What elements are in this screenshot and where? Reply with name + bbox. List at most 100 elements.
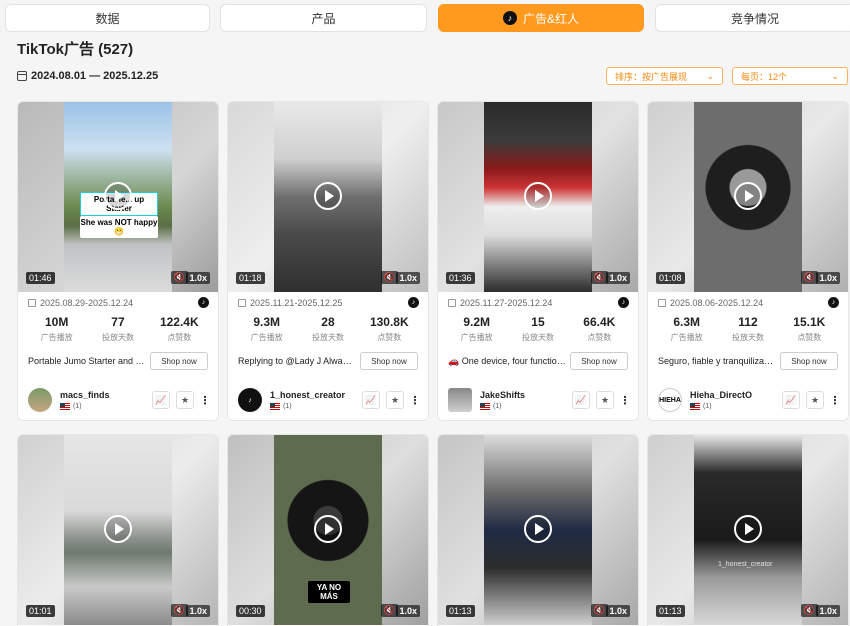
per-page-label: 每页：12个 (741, 71, 788, 82)
analytics-icon[interactable]: 📈 (362, 391, 380, 409)
video-thumbnail[interactable]: 01:36 🔇 1.0x (438, 102, 638, 292)
analytics-icon[interactable]: 📈 (572, 391, 590, 409)
ad-card[interactable]: 01:08 🔇 1.0x 2025.08.06-2025.12.24 ♪ 6.3… (647, 101, 849, 421)
mute-icon[interactable]: 🔇 (800, 604, 818, 617)
star-icon[interactable]: ★ (596, 391, 614, 409)
star-icon[interactable]: ★ (386, 391, 404, 409)
video-thumbnail[interactable]: Portal le... up Starter She was NOT happ… (18, 102, 218, 292)
more-icon[interactable]: ⋮ (830, 391, 841, 409)
video-thumbnail[interactable]: YA NO MÁS 00:30 🔇 1.0x (228, 435, 428, 625)
play-icon[interactable] (104, 182, 132, 210)
plays-label: 广告播放 (40, 333, 73, 342)
playback-speed[interactable]: 1.0x (816, 272, 840, 284)
creator-count: (1) (703, 403, 712, 410)
tab-label: 广告&红人 (522, 11, 579, 26)
ad-description: Replying to @Lady J Always be... (238, 356, 356, 366)
video-thumbnail[interactable]: 01:18 🔇 1.0x (228, 102, 428, 292)
video-thumbnail[interactable]: 01:01 🔇 1.0x (18, 435, 218, 625)
plays-label: 广告播放 (250, 333, 283, 342)
ad-dates: 2025.08.06-2025.12.24 (658, 298, 763, 308)
ad-card[interactable]: YA NO MÁS 00:30 🔇 1.0x (227, 434, 429, 626)
playback-speed[interactable]: 1.0x (396, 605, 420, 617)
play-icon[interactable] (734, 182, 762, 210)
play-icon[interactable] (314, 182, 342, 210)
ad-stats: 9.2M 广告播放 15 投放天数 66.4K 点赞数 (438, 315, 638, 343)
play-icon[interactable] (524, 182, 552, 210)
calendar-icon (17, 71, 27, 81)
mute-icon[interactable]: 🔇 (380, 604, 398, 617)
ad-card[interactable]: 01:01 🔇 1.0x (17, 434, 219, 626)
more-icon[interactable]: ⋮ (200, 391, 211, 409)
tab-label: 产品 (311, 11, 336, 26)
playback-speed[interactable]: 1.0x (606, 272, 630, 284)
card-actions: 📈 ★ ⋮ (362, 391, 421, 409)
shop-now-button[interactable]: Shop now (570, 352, 628, 370)
playback-speed[interactable]: 1.0x (606, 605, 630, 617)
star-icon[interactable]: ★ (806, 391, 824, 409)
more-icon[interactable]: ⋮ (620, 391, 631, 409)
mute-icon[interactable]: 🔇 (170, 604, 188, 617)
avatar[interactable] (28, 388, 52, 412)
analytics-icon[interactable]: 📈 (152, 391, 170, 409)
tab-products[interactable]: 产品 (220, 4, 427, 32)
mute-icon[interactable]: 🔇 (170, 271, 188, 284)
play-icon[interactable] (734, 515, 762, 543)
playback-speed[interactable]: 1.0x (396, 272, 420, 284)
mute-icon[interactable]: 🔇 (380, 271, 398, 284)
creator-name[interactable]: JakeShifts (480, 390, 525, 400)
analytics-icon[interactable]: 📈 (782, 391, 800, 409)
days-label: 投放天数 (311, 333, 344, 342)
play-icon[interactable] (104, 515, 132, 543)
avatar[interactable]: ♪ (238, 388, 262, 412)
shop-now-button[interactable]: Shop now (360, 352, 418, 370)
likes-label: 点赞数 (167, 333, 192, 342)
ad-stats: 9.3M 广告播放 28 投放天数 130.8K 点赞数 (228, 315, 428, 343)
calendar-icon (28, 299, 36, 307)
avatar[interactable] (448, 388, 472, 412)
mute-icon[interactable]: 🔇 (800, 271, 818, 284)
creator-info[interactable]: macs_finds (1) (28, 388, 110, 412)
ad-card[interactable]: 01:36 🔇 1.0x 2025.11.27-2025.12.24 ♪ 9.2… (437, 101, 639, 421)
avatar[interactable]: HIEHA (658, 388, 682, 412)
ad-card[interactable]: 01:18 🔇 1.0x 2025.11.21-2025.12.25 ♪ 9.3… (227, 101, 429, 421)
creator-name[interactable]: 1_honest_creator (270, 390, 345, 400)
sort-select[interactable]: 排序：按广告展现 ⌄ (606, 67, 723, 85)
video-thumbnail[interactable]: 1_honest_creator 01:13 🔇 1.0x (648, 435, 848, 625)
days-value: 28 (321, 315, 335, 329)
ad-card[interactable]: Portal le... up Starter She was NOT happ… (17, 101, 219, 421)
ad-dates: 2025.11.27-2025.12.24 (448, 298, 552, 308)
ad-date-range: 2025.11.21-2025.12.25 (250, 298, 343, 308)
plays-value: 9.2M (463, 315, 490, 329)
per-page-select[interactable]: 每页：12个 ⌄ (732, 67, 848, 85)
play-icon[interactable] (524, 515, 552, 543)
ad-dates: 2025.08.29-2025.12.24 (28, 298, 133, 308)
mute-icon[interactable]: 🔇 (590, 604, 608, 617)
play-icon[interactable] (314, 515, 342, 543)
playback-speed[interactable]: 1.0x (816, 605, 840, 617)
video-caption: YA NO MÁS (308, 581, 350, 603)
creator-info[interactable]: JakeShifts (1) (448, 388, 525, 412)
tab-data[interactable]: 数据 (5, 4, 210, 32)
tab-competition[interactable]: 竞争情况 (655, 4, 850, 32)
creator-info[interactable]: HIEHA Hieha_DirectO (1) (658, 388, 752, 412)
creator-info[interactable]: ♪ 1_honest_creator (1) (238, 388, 345, 412)
shop-now-button[interactable]: Shop now (150, 352, 208, 370)
video-thumbnail[interactable]: 01:13 🔇 1.0x (438, 435, 638, 625)
us-flag-icon (270, 403, 280, 410)
playback-speed[interactable]: 1.0x (186, 605, 210, 617)
playback-speed[interactable]: 1.0x (186, 272, 210, 284)
tab-ads-influencers[interactable]: ♪ 广告&红人 (438, 4, 644, 32)
video-thumbnail[interactable]: 01:08 🔇 1.0x (648, 102, 848, 292)
shop-now-button[interactable]: Shop now (780, 352, 838, 370)
chevron-down-icon: ⌄ (706, 70, 714, 81)
creator-name[interactable]: macs_finds (60, 390, 110, 400)
ad-card[interactable]: 01:13 🔇 1.0x (437, 434, 639, 626)
creator-name[interactable]: Hieha_DirectO (690, 390, 752, 400)
star-icon[interactable]: ★ (176, 391, 194, 409)
mute-icon[interactable]: 🔇 (590, 271, 608, 284)
ad-card[interactable]: 1_honest_creator 01:13 🔇 1.0x (647, 434, 849, 626)
more-icon[interactable]: ⋮ (410, 391, 421, 409)
video-duration: 01:18 (236, 272, 265, 284)
ad-dates: 2025.11.21-2025.12.25 (238, 298, 342, 308)
plays-label: 广告播放 (670, 333, 703, 342)
